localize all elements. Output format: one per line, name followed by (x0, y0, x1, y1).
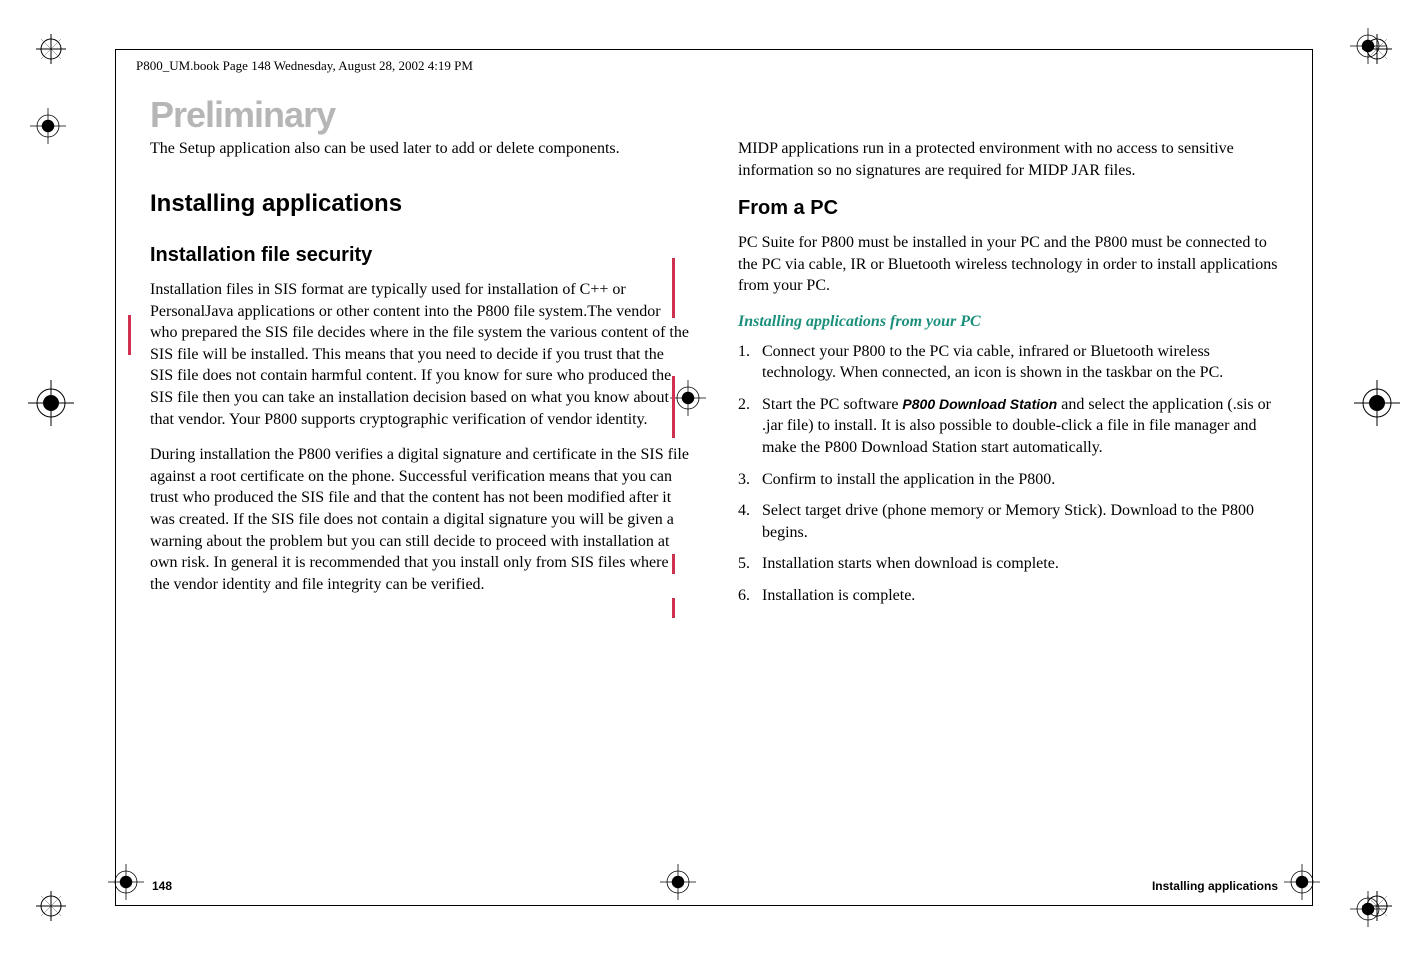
heading-install-from-pc: Installing applications from your PC (738, 311, 1278, 333)
list-item: 4.Select target drive (phone memory or M… (762, 500, 1278, 543)
step-text: Select target drive (phone memory or Mem… (762, 502, 1254, 541)
registration-target-icon (1354, 380, 1400, 426)
frame-line (115, 49, 1313, 50)
change-bar (128, 315, 131, 355)
frame-line (1312, 49, 1313, 906)
crop-mark-icon (36, 34, 66, 64)
security-paragraph-2: During installation the P800 verifies a … (150, 444, 690, 595)
registration-target-icon (660, 864, 696, 900)
registration-target-icon (1350, 28, 1386, 64)
content-area: The Setup application also can be used l… (150, 138, 1278, 617)
frame-line (115, 49, 116, 906)
security-paragraph-1: Installation files in SIS format are typ… (150, 279, 690, 430)
midp-paragraph: MIDP applications run in a protected env… (738, 138, 1278, 181)
registration-target-icon (1350, 891, 1386, 927)
footer-section: Installing applications (1152, 879, 1278, 893)
crop-mark-icon (36, 891, 66, 921)
heading-from-pc: From a PC (738, 195, 1278, 222)
right-column: MIDP applications run in a protected env… (738, 138, 1278, 617)
page-number: 148 (152, 879, 172, 893)
left-column: The Setup application also can be used l… (150, 138, 690, 617)
heading-installing-apps: Installing applications (150, 188, 690, 220)
step-text: Installation is complete. (762, 587, 915, 604)
heading-file-security: Installation file security (150, 242, 690, 269)
step-text: Connect your P800 to the PC via cable, i… (762, 343, 1223, 382)
list-item: 3.Confirm to install the application in … (762, 469, 1278, 491)
list-item: 2.Start the PC software P800 Download St… (762, 394, 1278, 459)
watermark-text: Preliminary (150, 94, 335, 136)
registration-target-icon (28, 380, 74, 426)
software-name: P800 Download Station (902, 396, 1057, 412)
frame-line (115, 905, 1313, 906)
pc-suite-paragraph: PC Suite for P800 must be installed in y… (738, 232, 1278, 297)
intro-paragraph: The Setup application also can be used l… (150, 138, 690, 160)
step-text: Confirm to install the application in th… (762, 471, 1055, 488)
registration-target-icon (30, 108, 66, 144)
list-item: 5.Installation starts when download is c… (762, 553, 1278, 575)
list-item: 6.Installation is complete. (762, 585, 1278, 607)
install-steps: 1.Connect your P800 to the PC via cable,… (738, 341, 1278, 607)
page-header: P800_UM.book Page 148 Wednesday, August … (136, 58, 473, 74)
step-text: Start the PC software P800 Download Stat… (762, 396, 1271, 456)
step-text: Installation starts when download is com… (762, 555, 1059, 572)
list-item: 1.Connect your P800 to the PC via cable,… (762, 341, 1278, 384)
registration-target-icon (1284, 864, 1320, 900)
registration-target-icon (108, 864, 144, 900)
